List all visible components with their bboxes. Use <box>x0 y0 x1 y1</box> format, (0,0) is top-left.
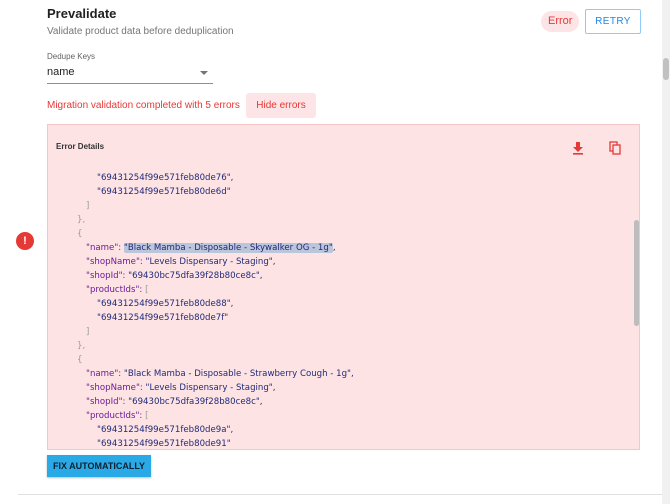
code-line: "69431254f99e571feb80de91" <box>97 439 231 449</box>
warning-icon: ! <box>16 232 34 250</box>
chevron-down-icon <box>200 71 208 75</box>
page-scrollbar[interactable] <box>662 0 670 504</box>
page-scrollbar-thumb[interactable] <box>663 58 669 80</box>
code-line: "shopId": "69430bc75dfa39f28b80ce8c", <box>86 397 263 407</box>
error-panel-scrollbar[interactable] <box>632 170 639 449</box>
code-line: ] <box>86 327 90 337</box>
page-title: Prevalidate <box>47 6 117 21</box>
code-line: "name": "Black Mamba - Disposable - Stra… <box>86 369 354 379</box>
dedupe-keys-value: name <box>47 66 75 78</box>
dedupe-keys-label: Dedupe Keys <box>47 52 96 61</box>
error-details-panel: Error Details "69431254f99e571feb80de76"… <box>47 124 640 450</box>
code-line: "69431254f99e571feb80de7f" <box>97 313 229 323</box>
code-line: "shopId": "69430bc75dfa39f28b80ce8c", <box>86 271 263 281</box>
error-panel-header: Error Details <box>48 125 639 170</box>
error-json-viewer: "69431254f99e571feb80de76", "69431254f99… <box>48 170 632 449</box>
code-line: "69431254f99e571feb80de88", <box>97 299 234 309</box>
validation-message: Migration validation completed with 5 er… <box>47 100 240 111</box>
page-subtitle: Validate product data before deduplicati… <box>47 26 234 37</box>
code-line: "shopName": "Levels Dispensary - Staging… <box>86 257 276 267</box>
code-line: "69431254f99e571feb80de9a", <box>97 425 234 435</box>
code-line: "productIds": [ <box>86 411 149 421</box>
status-badge: Error <box>541 11 580 32</box>
fix-automatically-button[interactable]: FIX AUTOMATICALLY <box>47 455 151 477</box>
code-line: "name": "Black Mamba - Disposable - Skyw… <box>86 243 336 253</box>
copy-icon[interactable] <box>609 141 621 155</box>
code-line: ] <box>86 201 90 211</box>
highlighted-selection: "Black Mamba - Disposable - Skywalker OG… <box>123 243 333 253</box>
code-line: "productIds": [ <box>86 285 149 295</box>
code-line: "69431254f99e571feb80de6d" <box>97 187 231 197</box>
code-line: { <box>77 355 83 365</box>
hide-errors-button[interactable]: Hide errors <box>246 93 316 118</box>
code-line: "shopName": "Levels Dispensary - Staging… <box>86 383 276 393</box>
code-line: }, <box>77 341 86 351</box>
code-line: { <box>77 229 83 239</box>
code-line: }, <box>77 215 86 225</box>
download-icon[interactable] <box>572 141 584 155</box>
code-line: "69431254f99e571feb80de76", <box>97 173 234 183</box>
section-divider <box>18 494 662 495</box>
error-panel-title: Error Details <box>56 142 105 151</box>
dedupe-keys-select[interactable]: name <box>47 64 213 84</box>
error-panel-scrollbar-thumb[interactable] <box>634 220 639 326</box>
retry-button[interactable]: RETRY <box>585 9 641 34</box>
